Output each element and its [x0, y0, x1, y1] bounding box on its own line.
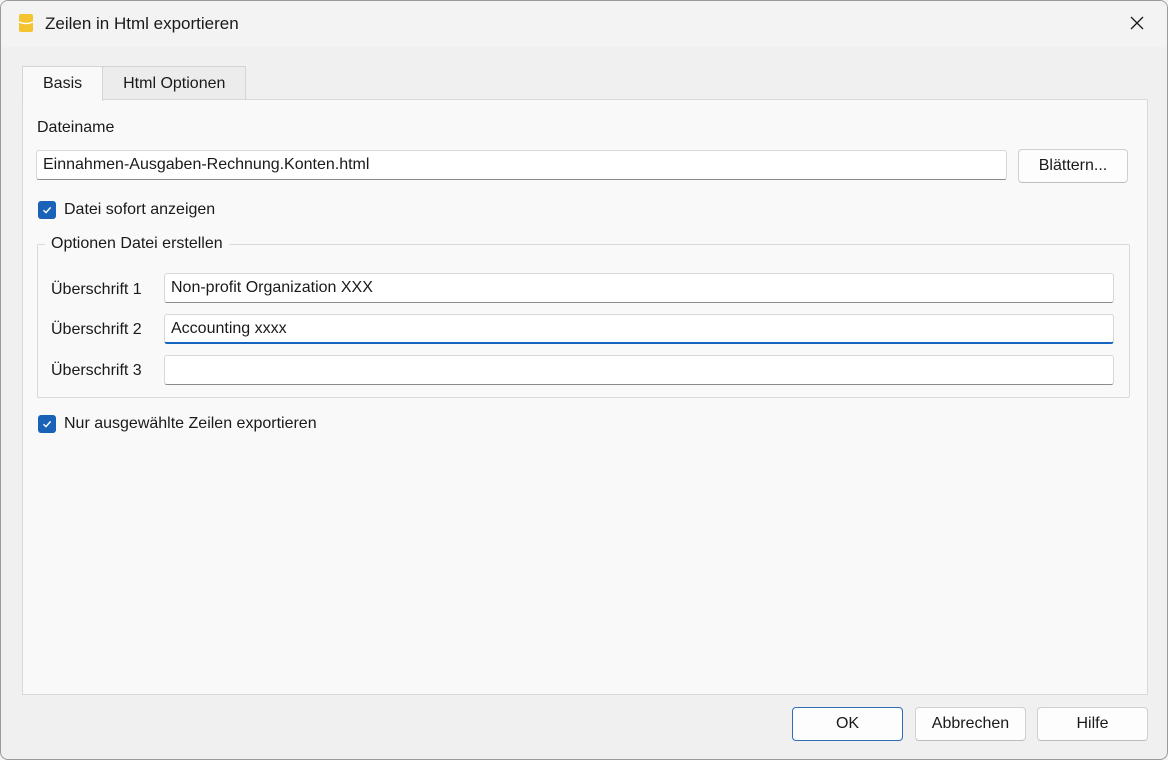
selected-only-checkbox-row[interactable]: Nur ausgewählte Zeilen exportieren: [38, 415, 317, 433]
show-file-label: Datei sofort anzeigen: [64, 201, 216, 218]
group-title: Optionen Datei erstellen: [45, 235, 229, 253]
window-title: Zeilen in Html exportieren: [45, 14, 239, 33]
selected-only-label: Nur ausgewählte Zeilen exportieren: [64, 415, 317, 432]
tab-bar: Basis Html Optionen: [22, 66, 247, 101]
cancel-button[interactable]: Abbrechen: [915, 707, 1026, 741]
help-button[interactable]: Hilfe: [1037, 707, 1148, 741]
checkmark-icon: [43, 206, 52, 214]
heading-2-input[interactable]: [164, 314, 1114, 344]
close-button[interactable]: [1115, 5, 1159, 41]
heading-3-label: Überschrift 3: [51, 362, 142, 379]
ok-button[interactable]: OK: [792, 707, 903, 741]
tab-basis[interactable]: Basis: [22, 66, 104, 101]
close-icon: [1130, 16, 1144, 30]
filename-label: Dateiname: [37, 119, 115, 136]
checkmark-icon: [43, 420, 52, 428]
dialog-window: Zeilen in Html exportieren Basis Html Op…: [0, 0, 1168, 760]
browse-button[interactable]: Blättern...: [1018, 149, 1128, 183]
filename-input[interactable]: [36, 150, 1007, 180]
heading-1-input[interactable]: [164, 273, 1114, 303]
app-logo-icon: [18, 14, 34, 32]
show-file-checkbox-row[interactable]: Datei sofort anzeigen: [38, 201, 215, 219]
show-file-checkbox[interactable]: [38, 201, 56, 219]
selected-only-checkbox[interactable]: [38, 415, 56, 433]
heading-2-label: Überschrift 2: [51, 321, 142, 338]
title-bar: Zeilen in Html exportieren: [1, 1, 1167, 47]
heading-1-label: Überschrift 1: [51, 281, 142, 298]
heading-3-input[interactable]: [164, 355, 1114, 385]
tab-html-optionen[interactable]: Html Optionen: [102, 66, 247, 100]
